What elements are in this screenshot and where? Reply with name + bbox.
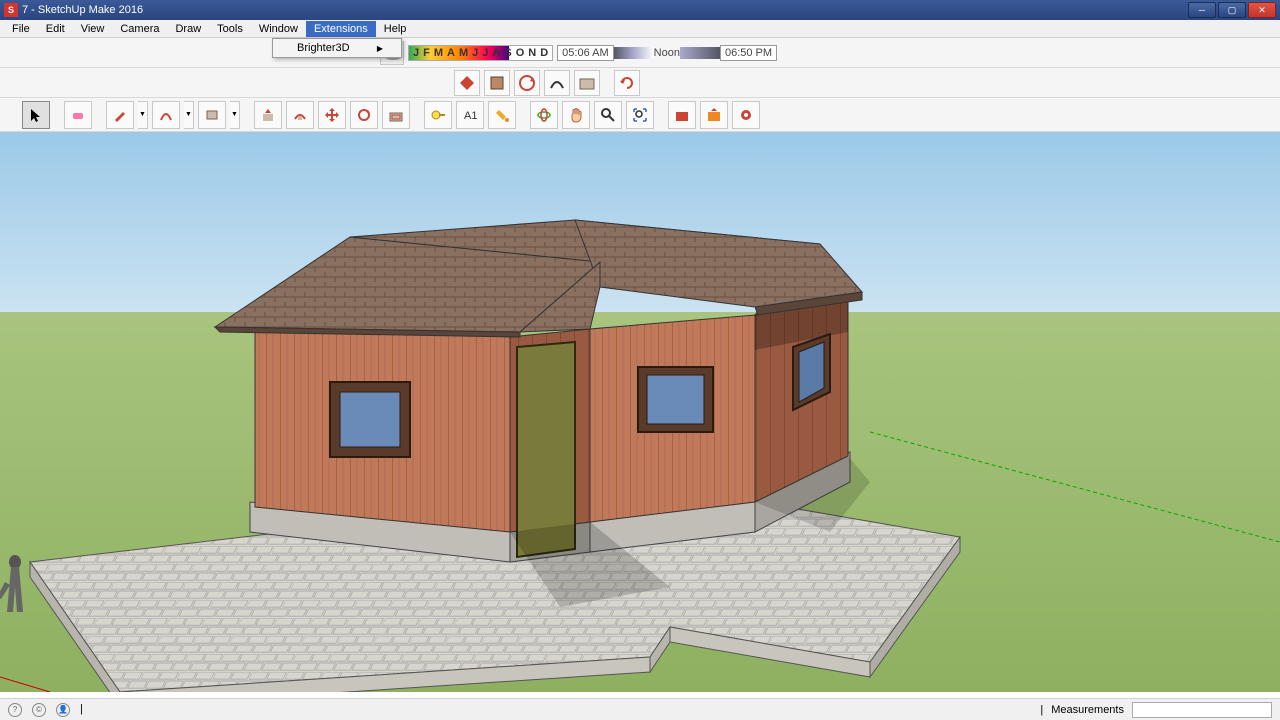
rotate-tool-button[interactable] (350, 101, 378, 129)
pan-tool-button[interactable] (562, 101, 590, 129)
diamond-icon (458, 74, 476, 92)
app-icon: S (4, 3, 18, 17)
menu-edit[interactable]: Edit (38, 21, 73, 37)
menu-view[interactable]: View (73, 21, 113, 37)
credits-icon[interactable]: © (32, 703, 46, 717)
evening-gradient-icon (680, 47, 720, 59)
solid-tools-toolbar (0, 68, 1280, 98)
offset-tool-button[interactable] (382, 101, 410, 129)
pushpull-tool-button[interactable] (254, 101, 282, 129)
noon-label: Noon (654, 47, 680, 59)
dropdown-item-brighter3d[interactable]: Brighter3D ▶ (273, 39, 401, 57)
geo-location-icon[interactable]: ? (8, 703, 22, 717)
vdiv-icon: | (1040, 704, 1043, 716)
arc-tool-dropdown[interactable]: ▼ (184, 101, 194, 129)
orbit-tool-button[interactable] (530, 101, 558, 129)
paint-icon (494, 107, 510, 123)
share-model-button[interactable] (700, 101, 728, 129)
measurements-label: Measurements (1051, 704, 1124, 716)
pencil-icon (112, 107, 128, 123)
box-yellow-icon (706, 107, 722, 123)
submenu-arrow-icon: ▶ (377, 44, 383, 53)
maximize-button[interactable]: ▢ (1218, 2, 1246, 18)
person-icon[interactable]: 👤 (56, 703, 70, 717)
hand-icon (568, 107, 584, 123)
offset-icon (388, 107, 404, 123)
union-button[interactable] (514, 70, 540, 96)
shadow-toolbar: JFMAMJJASOND 05:06 AM Noon 06:50 PM (0, 38, 1280, 68)
menu-help[interactable]: Help (376, 21, 415, 37)
main-toolbar: ▼ ▼ ▼ A1 (0, 98, 1280, 132)
rotate-icon (518, 74, 536, 92)
followme-icon (292, 107, 308, 123)
menu-window[interactable]: Window (251, 21, 306, 37)
pushpull-icon (260, 107, 276, 123)
curve-icon (548, 74, 566, 92)
subtract-button[interactable] (544, 70, 570, 96)
line-tool-dropdown[interactable]: ▼ (138, 101, 148, 129)
tape-tool-button[interactable] (424, 101, 452, 129)
followme-tool-button[interactable] (286, 101, 314, 129)
trim-button[interactable] (574, 70, 600, 96)
divider-icon: | (80, 703, 83, 717)
select-tool-button[interactable] (22, 101, 50, 129)
status-bar: ? © 👤 | | Measurements (0, 698, 1280, 720)
dropdown-item-label: Brighter3D (297, 42, 350, 54)
shape-tool-dropdown[interactable]: ▼ (230, 101, 240, 129)
cube-icon (488, 74, 506, 92)
text-tool-button[interactable]: A1 (456, 101, 484, 129)
zoom-tool-button[interactable] (594, 101, 622, 129)
eraser-tool-button[interactable] (64, 101, 92, 129)
extension-warehouse-button[interactable] (732, 101, 760, 129)
month-slider[interactable]: JFMAMJJASOND (408, 45, 553, 61)
svg-text:A1: A1 (464, 110, 477, 122)
time-start-label: 05:06 AM (557, 45, 613, 61)
menu-file[interactable]: File (4, 21, 38, 37)
measurements-input[interactable] (1132, 702, 1272, 718)
cursor-icon (28, 107, 44, 123)
close-button[interactable]: ✕ (1248, 2, 1276, 18)
menu-camera[interactable]: Camera (112, 21, 167, 37)
orbit-tool-icon (536, 107, 552, 123)
get-models-button[interactable] (668, 101, 696, 129)
intersect-button[interactable] (484, 70, 510, 96)
zoom-extents-icon (632, 107, 648, 123)
arc-icon (158, 107, 174, 123)
block-icon (578, 74, 596, 92)
line-tool-button[interactable] (106, 101, 134, 129)
menu-tools[interactable]: Tools (209, 21, 251, 37)
time-end-label: 06:50 PM (720, 45, 777, 61)
eraser-icon (70, 107, 86, 123)
move-icon (324, 107, 340, 123)
text-icon: A1 (462, 107, 478, 123)
window-title: 7 - SketchUp Make 2016 (22, 4, 1188, 16)
box-red-icon (674, 107, 690, 123)
title-bar: S 7 - SketchUp Make 2016 ─ ▢ ✕ (0, 0, 1280, 20)
extensions-dropdown: Brighter3D ▶ (272, 38, 402, 58)
arrow-spin-icon (618, 74, 636, 92)
minimize-button[interactable]: ─ (1188, 2, 1216, 18)
tape-icon (430, 107, 446, 123)
zoom-icon (600, 107, 616, 123)
menu-draw[interactable]: Draw (167, 21, 209, 37)
arc-tool-button[interactable] (152, 101, 180, 129)
model-viewport[interactable] (0, 132, 1280, 692)
rectangle-icon (204, 107, 220, 123)
split-button[interactable] (614, 70, 640, 96)
shape-tool-button[interactable] (198, 101, 226, 129)
rotate-tool-icon (356, 107, 372, 123)
move-tool-button[interactable] (318, 101, 346, 129)
gear-red-icon (738, 107, 754, 123)
morning-gradient-icon (614, 47, 654, 59)
time-slider[interactable]: 05:06 AM Noon 06:50 PM (557, 45, 777, 61)
zoom-extents-button[interactable] (626, 101, 654, 129)
outer-shell-button[interactable] (454, 70, 480, 96)
menu-extensions[interactable]: Extensions (306, 21, 376, 37)
paint-tool-button[interactable] (488, 101, 516, 129)
menu-bar: File Edit View Camera Draw Tools Window … (0, 20, 1280, 38)
